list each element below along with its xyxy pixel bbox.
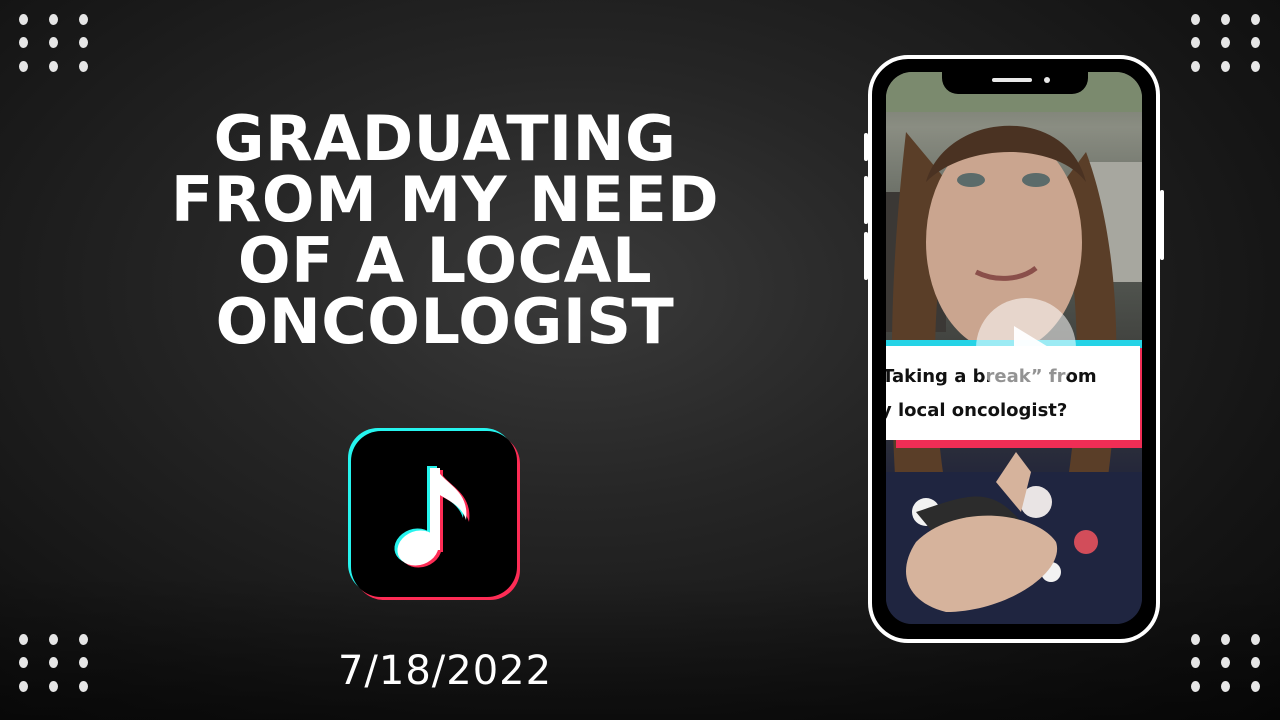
decorative-dots-bottom-left: [8, 628, 98, 698]
title-line-2: FROM MY NEED: [170, 163, 720, 236]
date-label: 7/18/2022: [337, 648, 553, 694]
phone-camera: [1044, 77, 1050, 83]
phone-speaker: [992, 78, 1032, 82]
phone-notch: [942, 72, 1088, 94]
title-line-1: GRADUATING: [213, 102, 677, 175]
decorative-dots-top-left: [8, 8, 98, 78]
caption-line-2: y local oncologist?: [886, 400, 1068, 421]
page-title: GRADUATING FROM MY NEED OF A LOCAL ONCOL…: [150, 102, 740, 358]
music-note-icon: [394, 466, 470, 568]
phone-power-button: [1160, 190, 1164, 260]
tiktok-music-note-icon[interactable]: [348, 428, 520, 600]
decorative-dots-bottom-right: [1180, 628, 1270, 698]
title-line-4: ONCOLOGIST: [215, 285, 675, 358]
play-icon[interactable]: [976, 298, 1076, 398]
play-triangle: [1014, 326, 1050, 370]
decorative-dots-top-right: [1180, 8, 1270, 78]
title-line-3: OF A LOCAL: [237, 224, 653, 297]
